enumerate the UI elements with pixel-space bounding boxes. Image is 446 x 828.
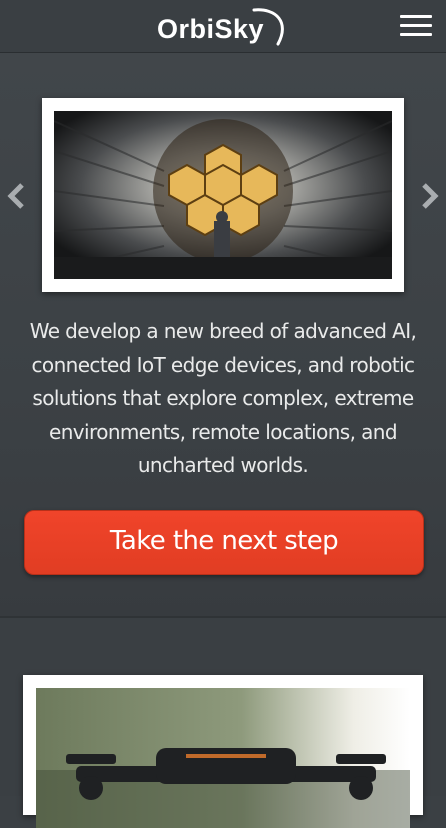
feature-image-frame — [23, 675, 423, 828]
tagline-line: solutions that explore complex, extreme — [32, 386, 414, 410]
hero-section: We develop a new breed of advanced AI, c… — [0, 53, 446, 616]
chevron-right-icon[interactable] — [418, 181, 440, 211]
drone-image — [36, 688, 410, 828]
take-next-step-button[interactable]: Take the next step — [24, 510, 424, 575]
hero-tagline: We develop a new breed of advanced AI, c… — [14, 315, 432, 483]
carousel-image — [54, 111, 392, 279]
chevron-left-icon[interactable] — [6, 181, 28, 211]
tagline-line: connected IoT edge devices, and robotic — [31, 352, 416, 377]
feature-section — [0, 618, 446, 828]
tagline-line: uncharted worlds. — [137, 453, 309, 477]
logo-swoosh-icon — [252, 8, 284, 46]
carousel-slide — [42, 98, 404, 292]
tagline-line: We develop a new breed of advanced AI, — [29, 319, 417, 343]
site-header: OrbiSky — [0, 0, 446, 53]
tagline-line: environments, remote locations, and — [49, 419, 398, 444]
hamburger-menu-icon[interactable] — [398, 13, 434, 39]
